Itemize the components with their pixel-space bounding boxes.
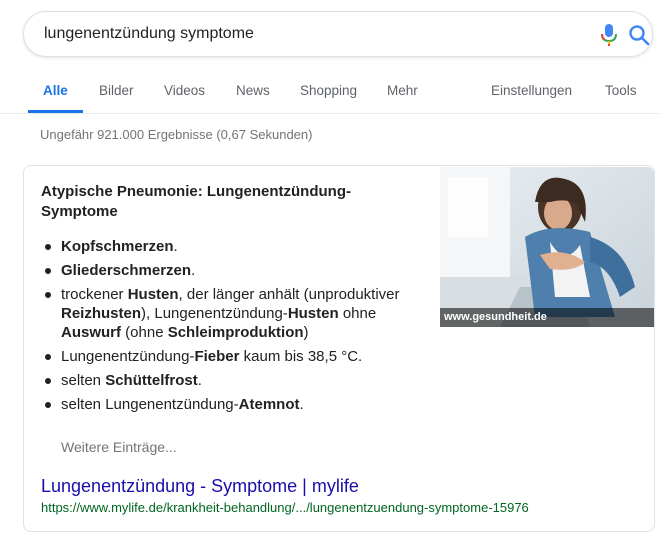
tab-shopping[interactable]: Shopping <box>300 83 357 98</box>
snippet-text: . <box>191 262 196 279</box>
snippet-text: selten Lungenentzündung- <box>61 396 239 413</box>
snippet-text: Lungenentzündung- <box>61 348 195 365</box>
snippet-text: . <box>173 238 178 255</box>
mic-icon[interactable] <box>598 23 620 47</box>
more-items-link[interactable]: Weitere Einträge... <box>61 439 177 455</box>
featured-snippet: Atypische Pneumonie: Lungenentzündung-Sy… <box>23 165 655 532</box>
snippet-text: ) <box>303 324 309 341</box>
search-input[interactable] <box>44 12 544 56</box>
snippet-text: , der länger anhält (unproduktiver <box>178 286 400 303</box>
image-caption: www.gesundheit.de <box>440 308 654 327</box>
tab-videos[interactable]: Videos <box>164 83 205 98</box>
result-stats: Ungefähr 921.000 Ergebnisse (0,67 Sekund… <box>40 127 313 142</box>
snippet-bold-term: Atemnot <box>238 396 300 413</box>
snippet-bold-term: Gliederschmerzen <box>61 262 192 279</box>
snippet-bold-term: Schleimproduktion <box>167 324 304 341</box>
snippet-text: . <box>299 396 304 413</box>
snippet-bold-term: Fieber <box>194 348 240 365</box>
snippet-list-item: selten Schüttelfrost. <box>41 371 421 390</box>
snippet-bullet-list: Kopfschmerzen. Gliederschmerzen. trockener… <box>41 237 421 419</box>
snippet-list-item: Lungenentzündung-Fieber kaum bis 38,5 °C… <box>41 347 421 366</box>
snippet-text: ohne <box>338 305 377 322</box>
snippet-text: ), Lungenentzündung- <box>141 305 288 322</box>
snippet-text: . <box>197 372 202 389</box>
tab-alle[interactable]: Alle <box>43 83 68 98</box>
snippet-text: (ohne <box>121 324 168 341</box>
search-box[interactable] <box>23 11 653 57</box>
snippet-list-item: Gliederschmerzen. <box>41 261 421 280</box>
snippet-list-item: selten Lungenentzündung-Atemnot. <box>41 395 421 414</box>
snippet-bold-term: Husten <box>127 286 179 303</box>
tab-einstellungen[interactable]: Einstellungen <box>491 83 572 98</box>
snippet-text: kaum bis 38,5 °C. <box>239 348 363 365</box>
snippet-bold-term: Auswurf <box>61 324 121 341</box>
snippet-bold-term: Husten <box>287 305 339 322</box>
search-icon[interactable] <box>627 23 651 47</box>
tab-mehr[interactable]: Mehr <box>387 83 418 98</box>
tabs-divider <box>0 113 660 114</box>
tab-bilder[interactable]: Bilder <box>99 83 134 98</box>
snippet-bold-term: Reizhusten <box>61 305 142 322</box>
snippet-title: Atypische Pneumonie: Lungenentzündung-Sy… <box>41 183 351 220</box>
snippet-list-item: trockener Husten, der länger anhält (unp… <box>41 285 421 342</box>
result-url: https://www.mylife.de/krankheit-behandlu… <box>41 500 529 515</box>
snippet-list-item: Kopfschmerzen. <box>41 237 421 256</box>
snippet-bold-term: Kopfschmerzen <box>61 238 174 255</box>
tab-news[interactable]: News <box>236 83 270 98</box>
search-tabs: Alle Bilder Videos News Shopping Mehr Ei… <box>0 80 660 113</box>
snippet-text: selten <box>61 372 106 389</box>
snippet-bold-term: Schüttelfrost <box>105 372 198 389</box>
snippet-image[interactable]: www.gesundheit.de <box>440 167 654 327</box>
result-title-link[interactable]: Lungenentzündung - Symptome | mylife <box>41 476 359 497</box>
tab-tools[interactable]: Tools <box>605 83 637 98</box>
snippet-text: trockener <box>61 286 128 303</box>
